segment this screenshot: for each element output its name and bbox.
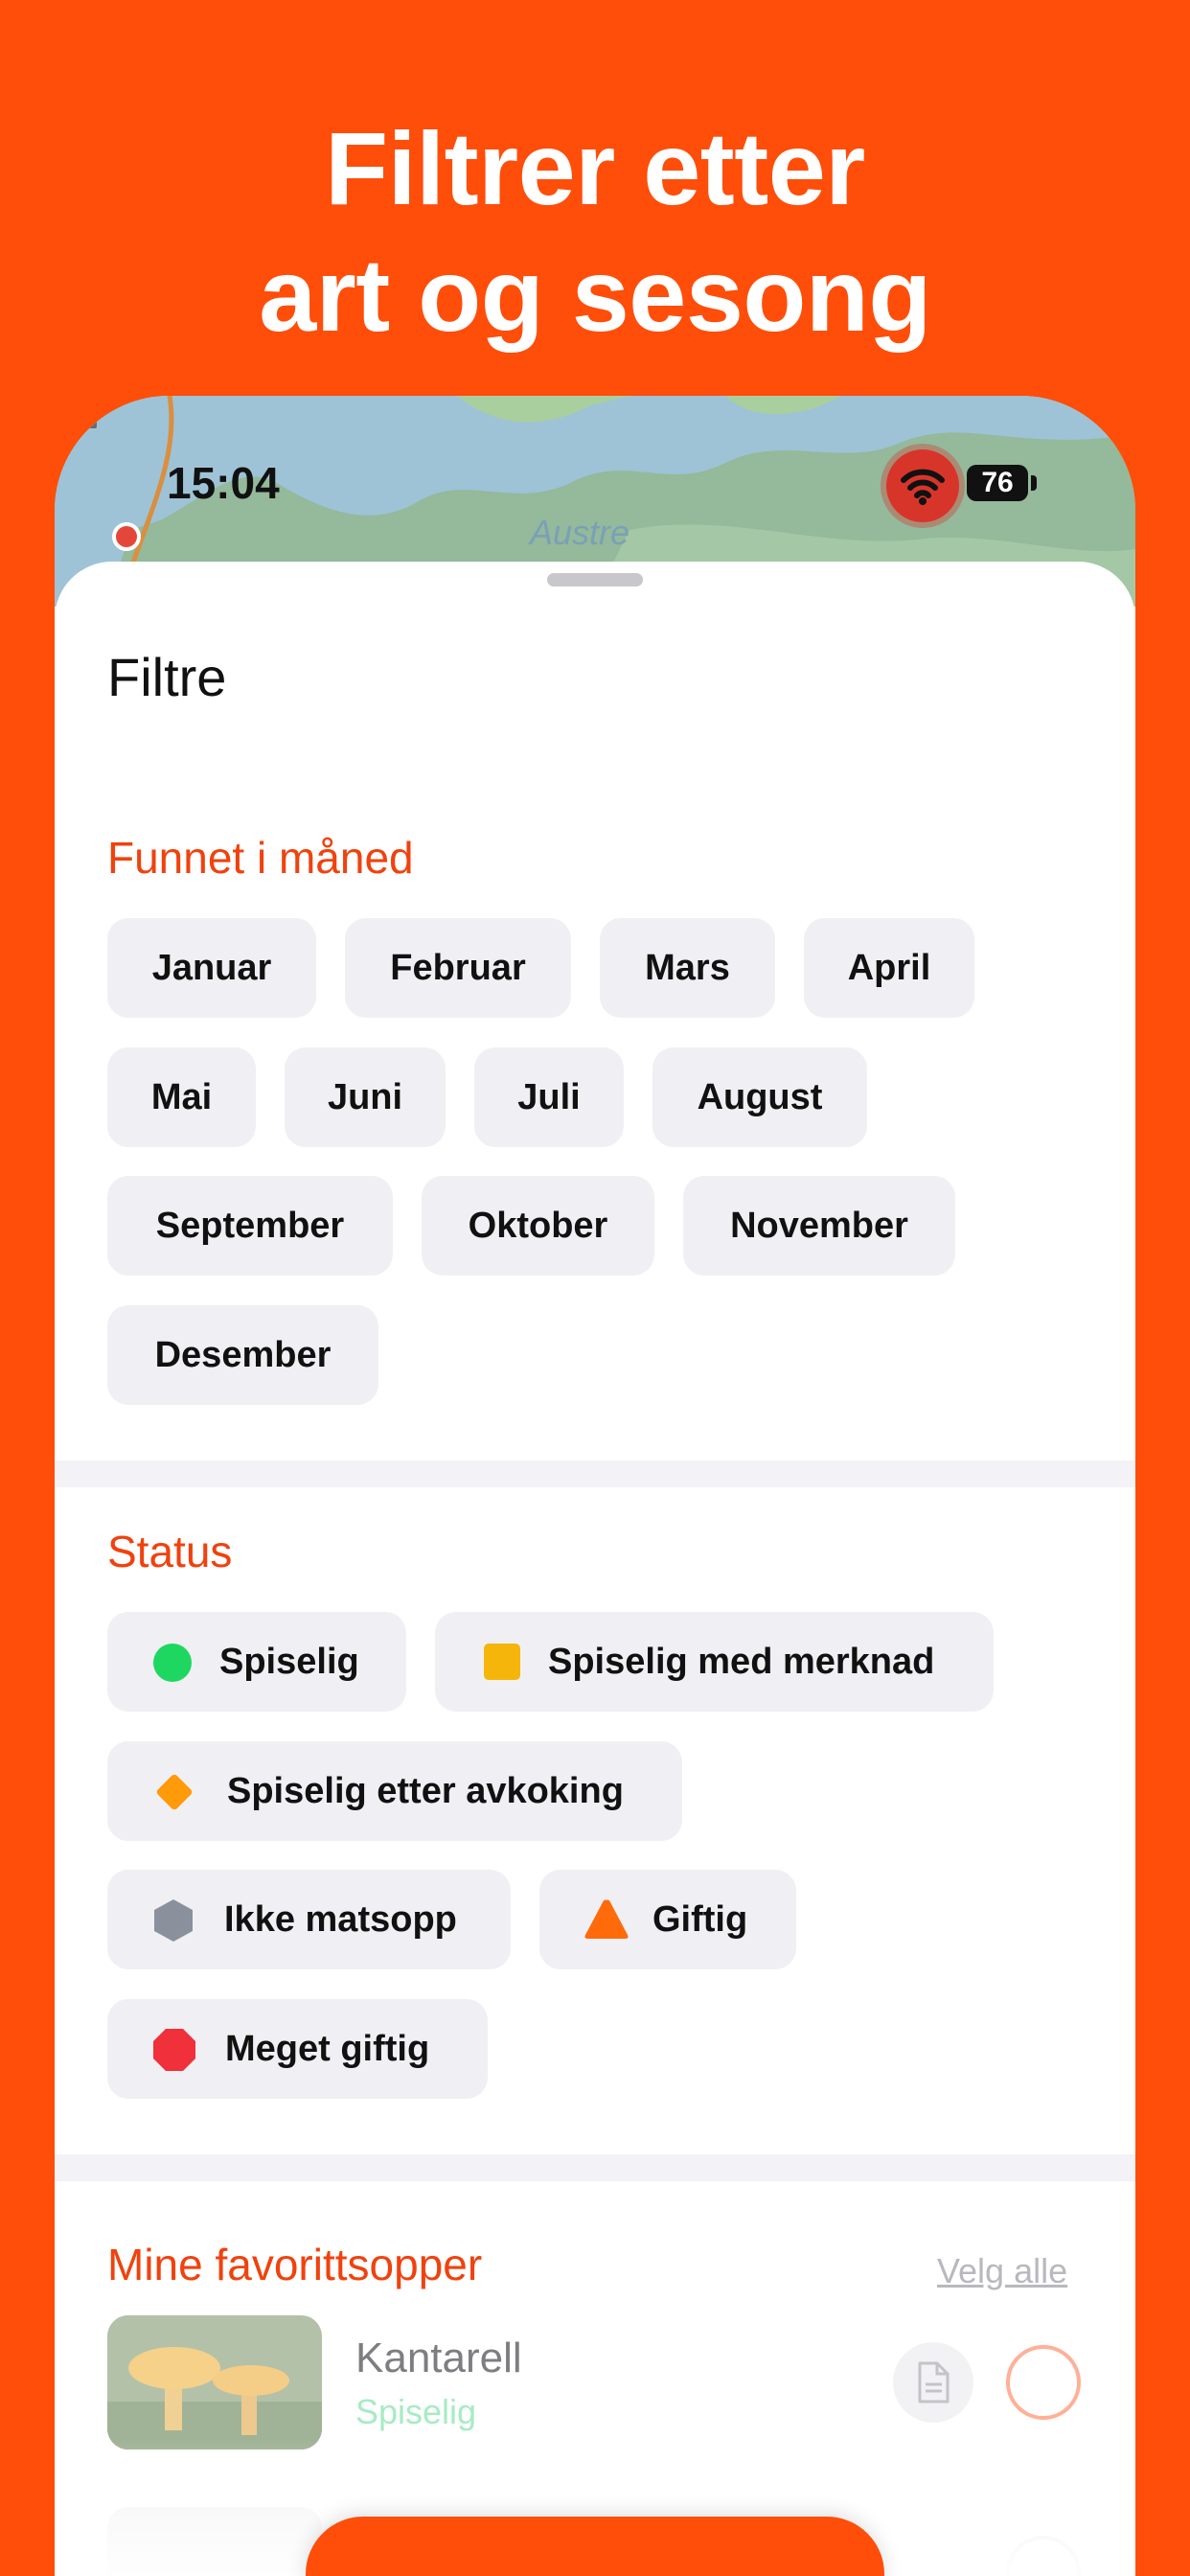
- favorite-select-toggle[interactable]: [1006, 2345, 1081, 2420]
- month-chip-oktober[interactable]: Oktober: [422, 1176, 654, 1276]
- month-chip-mars[interactable]: Mars: [600, 918, 775, 1018]
- status-chip-giftig[interactable]: Giftig: [539, 1870, 796, 1969]
- red-octagon-icon: [153, 2029, 195, 2071]
- filter-sheet: Filtre Funnet i måned Januar Februar Mar…: [55, 562, 1135, 2576]
- status-chip-spiselig-etter-avkoking[interactable]: Spiselig etter avkoking: [107, 1741, 682, 1841]
- gray-hexagon-icon: [154, 1899, 193, 1942]
- favorite-status: Spiselig: [355, 2392, 477, 2431]
- document-icon: [918, 2361, 950, 2404]
- wifi-indicator: [886, 449, 959, 522]
- orange-triangle-icon: [584, 1899, 629, 1939]
- battery-cap: [1031, 475, 1037, 491]
- map-place-label: Austre: [530, 513, 630, 552]
- map-pin[interactable]: [112, 522, 141, 551]
- orange-diamond-icon: [156, 1774, 193, 1810]
- status-chip-spiselig[interactable]: Spiselig: [107, 1612, 406, 1712]
- wifi-icon: [901, 469, 945, 505]
- status-chip-spiselig-med-merknad[interactable]: Spiselig med merknad: [435, 1612, 994, 1712]
- status-chip-label: Meget giftig: [225, 2029, 430, 2069]
- green-circle-icon: [153, 1644, 192, 1682]
- month-chip-september[interactable]: September: [107, 1176, 393, 1276]
- month-chip-juni[interactable]: Juni: [285, 1047, 446, 1147]
- phone-screen: Austre 15:04 76 Filtre Funnet i måned Ja…: [55, 396, 1135, 2576]
- month-chip-april[interactable]: April: [804, 918, 974, 1018]
- status-chip-label: Spiselig med merknad: [548, 1642, 935, 1682]
- sheet-grabber[interactable]: [547, 573, 643, 586]
- months-section-title: Funnet i måned: [107, 833, 414, 883]
- month-chip-mai[interactable]: Mai: [107, 1047, 256, 1147]
- month-chip-juli[interactable]: Juli: [474, 1047, 624, 1147]
- status-chip-ikke-matsopp[interactable]: Ikke matsopp: [107, 1870, 511, 1969]
- month-chip-august[interactable]: August: [652, 1047, 867, 1147]
- select-all-link[interactable]: Velg alle: [937, 2251, 1067, 2291]
- status-chip-label: Giftig: [652, 1899, 748, 1940]
- yellow-square-icon: [484, 1644, 520, 1680]
- status-time: 15:04: [167, 458, 280, 508]
- status-chip-label: Ikke matsopp: [224, 1899, 457, 1940]
- status-chip-label: Spiselig etter avkoking: [227, 1771, 624, 1811]
- mushroom-thumbnail[interactable]: [107, 2315, 322, 2450]
- month-chip-februar[interactable]: Februar: [345, 918, 571, 1018]
- month-chip-november[interactable]: November: [683, 1176, 955, 1276]
- sheet-title: Filtre: [107, 647, 227, 707]
- month-chip-januar[interactable]: Januar: [107, 918, 316, 1018]
- section-divider: [55, 1460, 1135, 1487]
- marketing-headline: Filtrer etter art og sesong: [0, 105, 1190, 358]
- status-chip-label: Spiselig: [219, 1642, 359, 1682]
- favorites-section-title: Mine favorittsopper: [107, 2240, 483, 2289]
- status-section-title: Status: [107, 1527, 233, 1576]
- headline-line-1: Filtrer etter: [325, 110, 865, 226]
- section-divider: [55, 2154, 1135, 2181]
- status-chip-meget-giftig[interactable]: Meget giftig: [107, 1999, 488, 2099]
- favorite-name: Kantarell: [355, 2334, 522, 2381]
- apply-filters-button[interactable]: [306, 2517, 884, 2576]
- month-chip-desember[interactable]: Desember: [107, 1305, 378, 1405]
- battery-indicator: 76: [967, 465, 1028, 501]
- headline-line-2: art og sesong: [259, 237, 931, 353]
- details-button[interactable]: [893, 2342, 973, 2423]
- cellular-signal-icon: [55, 396, 97, 428]
